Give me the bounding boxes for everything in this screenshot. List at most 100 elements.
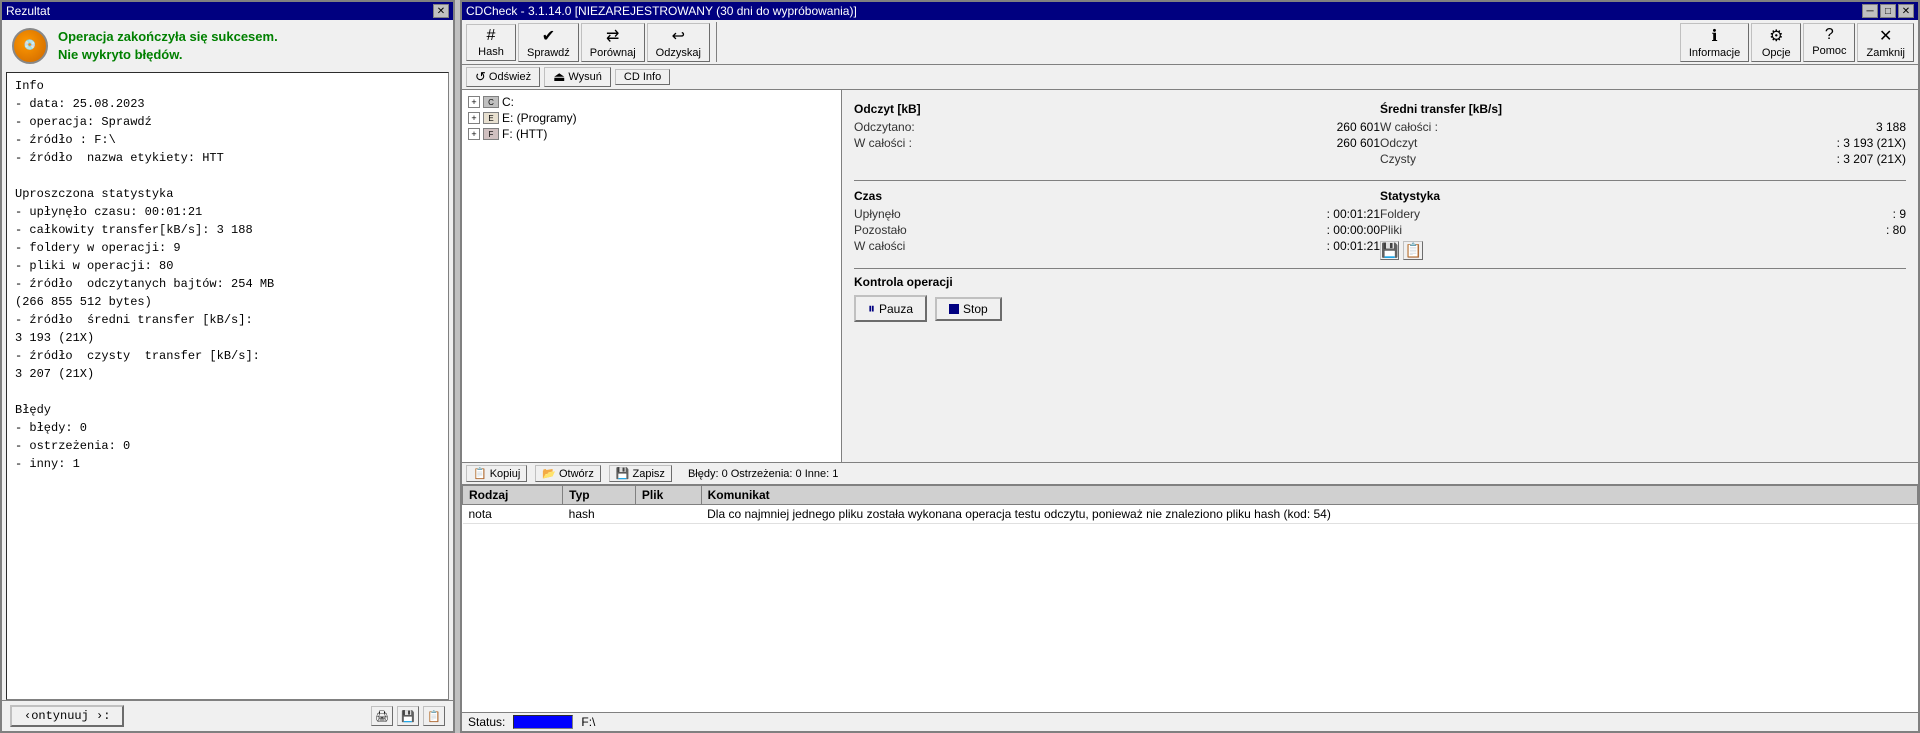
wysun-button[interactable]: ⏏ Wysuń (544, 67, 611, 87)
czysty-label: Czysty (1380, 152, 1416, 166)
hash-button[interactable]: # Hash (466, 24, 516, 61)
hash-label: Hash (478, 46, 504, 58)
left-title-bar: Rezultat ✕ (2, 2, 453, 20)
wysun-label: Wysuń (568, 71, 602, 83)
sprawdz-button[interactable]: ✔ Sprawdź (518, 23, 579, 62)
maximize-button[interactable]: □ (1880, 4, 1896, 18)
stats-panel: Odczyt [kB] Odczytano: 260 601 W całości… (842, 90, 1918, 462)
tree-item-c[interactable]: + C C: (466, 94, 837, 110)
left-close-button[interactable]: ✕ (433, 4, 449, 18)
zamknij-button[interactable]: ✕ Zamknij (1857, 23, 1914, 62)
uplynelo-label: Upłynęło (854, 207, 901, 221)
pozostalo-row: Pozostało : 00:00:00 (854, 223, 1380, 237)
statystyka-title: Statystyka (1380, 189, 1906, 203)
success-line2: Nie wykryto błędów. (58, 46, 278, 64)
odswiez-icon: ↺ (475, 69, 486, 85)
pomoc-icon: ? (1825, 26, 1834, 44)
odzyskaj-icon: ↩ (672, 26, 685, 46)
w-calosci3-row: W całości : 00:01:21 (854, 239, 1380, 253)
log-open-button[interactable]: 📂 Otwórz (535, 465, 601, 482)
tree-item-e[interactable]: + E E: (Programy) (466, 110, 837, 126)
informacje-label: Informacje (1689, 47, 1740, 59)
odczyt-title: Odczyt [kB] (854, 102, 1380, 116)
file-tree: + C C: + E E: (Programy) + F F: (HTT) (462, 90, 842, 462)
uplynelo-value: : 00:01:21 (1327, 207, 1380, 221)
copy-icon2-button[interactable]: 📋 (1403, 241, 1422, 260)
czas-section: Czas Upłynęło : 00:01:21 Pozostało : 00:… (854, 185, 1380, 268)
table-row: nota hash Dla co najmniej jednego pliku … (463, 505, 1918, 524)
log-save-button[interactable]: 💾 Zapisz (609, 465, 672, 482)
opcje-button[interactable]: ⚙ Opcje (1751, 23, 1801, 62)
success-line1: Operacja zakończyła się sukcesem. (58, 28, 278, 46)
pomoc-button[interactable]: ? Pomoc (1803, 23, 1855, 62)
pauza-button[interactable]: ⏸ Pauza (854, 295, 927, 322)
stop-icon (949, 304, 959, 314)
status-path: F:\ (581, 715, 595, 729)
log-open-label: Otwórz (559, 468, 594, 480)
log-copy-label: Kopiuj (490, 468, 521, 480)
statystyka-section: Statystyka Foldery : 9 Pliki : 80 💾 📋 (1380, 185, 1906, 268)
w-calosci2-value: 3 188 (1876, 120, 1906, 134)
continue-button[interactable]: ‹ontynuuj ›: (10, 705, 124, 727)
stop-button[interactable]: Stop (935, 297, 1002, 321)
pliki-row: Pliki : 80 (1380, 223, 1906, 237)
odczyt2-row: Odczyt : 3 193 (21X) (1380, 136, 1906, 150)
odzyskaj-button[interactable]: ↩ Odzyskaj (647, 23, 710, 62)
opcje-label: Opcje (1762, 47, 1791, 59)
save-icon-button[interactable]: 💾 (1380, 241, 1399, 260)
log-copy-button[interactable]: 📋 Kopiuj (466, 465, 527, 482)
tree-expander-c[interactable]: + (468, 96, 480, 108)
w-calosci3-label: W całości (854, 239, 905, 253)
uplynelo-row: Upłynęło : 00:01:21 (854, 207, 1380, 221)
right-panel: CDCheck - 3.1.14.0 [NIEZAREJESTROWANY (3… (460, 0, 1920, 733)
porownaj-button[interactable]: ⇄ Porównaj (581, 23, 645, 62)
left-panel: Rezultat ✕ 💿 Operacja zakończyła się suk… (0, 0, 455, 733)
print-button[interactable]: 🖨 (371, 706, 393, 726)
close-button[interactable]: ✕ (1898, 4, 1914, 18)
tree-item-f[interactable]: + F F: (HTT) (466, 126, 837, 142)
kontrola-section: Kontrola operacji ⏸ Pauza Stop (854, 268, 1906, 322)
minimize-button[interactable]: ─ (1862, 4, 1878, 18)
status-bar: Status: F:\ (462, 712, 1918, 731)
informacje-button[interactable]: ℹ Informacje (1680, 23, 1749, 62)
left-header: 💿 Operacja zakończyła się sukcesem. Nie … (2, 20, 453, 72)
odczyt2-label: Odczyt (1380, 136, 1417, 150)
title-controls: ─ □ ✕ (1862, 4, 1914, 18)
drive-e-icon: E (483, 112, 499, 124)
tree-label-e: E: (Programy) (502, 111, 577, 125)
cd-info-button[interactable]: CD Info (615, 69, 670, 85)
informacje-icon: ℹ (1712, 26, 1718, 46)
odswiez-button[interactable]: ↺ Odśwież (466, 67, 540, 87)
stats-divider1 (854, 180, 1906, 181)
odswiez-label: Odśwież (489, 71, 531, 83)
wysun-icon: ⏏ (553, 69, 565, 85)
save-icons: 💾 📋 (1380, 241, 1906, 260)
kontrola-buttons: ⏸ Pauza Stop (854, 295, 1906, 322)
copy-icon3: 📋 (473, 467, 487, 480)
action-bar: ↺ Odśwież ⏏ Wysuń CD Info (462, 65, 1918, 90)
sprawdz-icon: ✔ (542, 26, 555, 46)
kontrola-title: Kontrola operacji (854, 275, 1906, 289)
success-text: Operacja zakończyła się sukcesem. Nie wy… (58, 28, 278, 64)
col-plik: Plik (635, 486, 701, 505)
foldery-value: : 9 (1893, 207, 1906, 221)
porownaj-label: Porównaj (590, 47, 636, 59)
tree-expander-e[interactable]: + (468, 112, 480, 124)
tree-label-f: F: (HTT) (502, 127, 547, 141)
odczytano-row: Odczytano: 260 601 (854, 120, 1380, 134)
cd-info-label: CD Info (624, 71, 661, 83)
save-button[interactable]: 💾 (397, 706, 419, 726)
odczytano-label: Odczytano: (854, 120, 915, 134)
drive-f-icon: F (483, 128, 499, 140)
drive-c-icon: C (483, 96, 499, 108)
log-toolbar: 📋 Kopiuj 📂 Otwórz 💾 Zapisz Błędy: 0 Ostr… (462, 463, 1918, 485)
opcje-icon: ⚙ (1769, 26, 1783, 46)
pomoc-label: Pomoc (1812, 45, 1846, 57)
tree-expander-f[interactable]: + (468, 128, 480, 140)
footer-icons: 🖨 💾 📋 (371, 706, 445, 726)
sredni-section: Średni transfer [kB/s] W całości : 3 188… (1380, 98, 1906, 176)
save-icon2: 💾 (616, 467, 630, 480)
copy-button[interactable]: 📋 (423, 706, 445, 726)
w-calosci-row: W całości : 260 601 (854, 136, 1380, 150)
right-title: CDCheck - 3.1.14.0 [NIEZAREJESTROWANY (3… (466, 4, 857, 18)
